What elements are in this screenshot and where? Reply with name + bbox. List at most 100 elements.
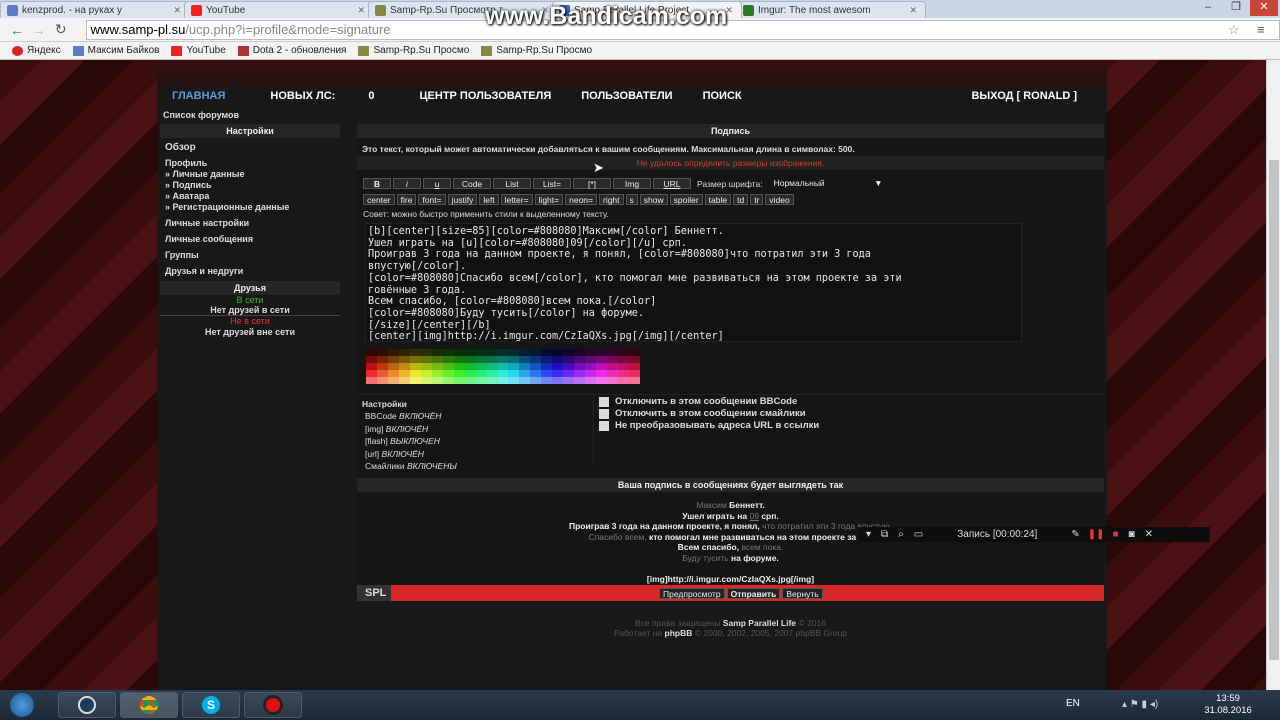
reset-button[interactable]: Вернуть [782,587,823,599]
palette-swatch[interactable] [563,356,575,363]
palette-swatch[interactable] [618,377,630,384]
bbcode-letter-button[interactable]: letter= [500,194,533,205]
palette-swatch[interactable] [431,349,443,356]
palette-swatch[interactable] [376,377,388,384]
close-tab-icon[interactable]: ✕ [909,5,917,16]
taskbar-steam[interactable] [58,692,116,718]
minimize-button[interactable]: ‒ [1194,0,1222,16]
palette-swatch[interactable] [420,356,432,363]
palette-swatch[interactable] [508,356,520,363]
palette-swatch[interactable] [475,377,487,384]
palette-swatch[interactable] [519,377,531,384]
bookmark[interactable]: Яндекс [12,45,61,56]
bbcode-fire-button[interactable]: fire [396,194,417,205]
palette-swatch[interactable] [453,363,465,370]
palette-swatch[interactable] [607,356,619,363]
bbcode-left-button[interactable]: left [479,194,499,205]
palette-swatch[interactable] [541,370,553,377]
palette-swatch[interactable] [387,363,399,370]
palette-swatch[interactable] [541,377,553,384]
palette-swatch[interactable] [519,349,531,356]
palette-swatch[interactable] [366,356,377,363]
browser-tab[interactable]: YouTube ✕ [184,1,374,18]
palette-swatch[interactable] [475,356,487,363]
region-icon[interactable]: ▭ [914,529,923,540]
chevron-down-icon[interactable]: ▾ [866,529,871,540]
bbcode-light-button[interactable]: light= [534,194,564,205]
palette-swatch[interactable] [475,349,487,356]
palette-swatch[interactable] [376,370,388,377]
bbcode-s-button[interactable]: s [625,194,638,205]
palette-swatch[interactable] [420,349,432,356]
palette-swatch[interactable] [519,370,531,377]
palette-swatch[interactable] [497,356,509,363]
sidebar-item-overview[interactable]: Обзор [160,142,340,153]
palette-swatch[interactable] [442,370,454,377]
bbcode-spoiler-button[interactable]: spoiler [669,194,703,205]
back-icon[interactable]: ← [6,22,28,38]
nav-new-pm[interactable]: НОВЫХ ЛС: 0 [255,90,389,102]
palette-swatch[interactable] [387,377,399,384]
palette-swatch[interactable] [519,363,531,370]
bbcode-video-button[interactable]: video [765,194,794,205]
palette-swatch[interactable] [629,363,640,370]
palette-swatch[interactable] [541,363,553,370]
sidebar-subitem[interactable]: » Регистрационные данные [160,202,340,213]
palette-swatch[interactable] [376,349,388,356]
palette-swatch[interactable] [464,377,476,384]
palette-swatch[interactable] [497,370,509,377]
bbcode-show-button[interactable]: show [639,194,668,205]
close-tab-icon[interactable]: ✕ [173,5,181,16]
palette-swatch[interactable] [431,370,443,377]
palette-swatch[interactable] [497,363,509,370]
palette-swatch[interactable] [607,349,619,356]
palette-swatch[interactable] [409,370,421,377]
palette-swatch[interactable] [530,356,542,363]
bbcode-font-button[interactable]: font= [418,194,446,205]
bbcode-justify-button[interactable]: justify [447,194,478,205]
code-button[interactable]: Code [453,178,491,189]
palette-swatch[interactable] [574,370,586,377]
palette-swatch[interactable] [475,363,487,370]
sidebar-item-groups[interactable]: Группы [160,250,340,261]
bbcode-td-button[interactable]: td [733,194,749,205]
browser-tab[interactable]: kenzprod. - на руках у ✕ [0,1,190,18]
browser-tab[interactable]: Imgur: The most awesom ✕ [736,1,926,18]
camera-icon[interactable]: ◙ [1129,529,1135,540]
palette-swatch[interactable] [618,356,630,363]
palette-swatch[interactable] [519,356,531,363]
bookmark[interactable]: Максим Байков [72,45,159,56]
palette-swatch[interactable] [618,370,630,377]
palette-swatch[interactable] [475,370,487,377]
palette-swatch[interactable] [398,356,410,363]
nav-logout[interactable]: ВЫХОД [ RONALD ] [971,90,1077,102]
bookmark[interactable]: Samp-Rp.Su Просмо [358,45,469,56]
tray-icons[interactable]: ▴ ⚑ ▮ ◂) [1122,699,1158,710]
palette-swatch[interactable] [585,377,597,384]
palette-swatch[interactable] [366,370,377,377]
palette-swatch[interactable] [398,363,410,370]
palette-swatch[interactable] [563,377,575,384]
bookmark[interactable]: Samp-Rp.Su Просмо [481,45,592,56]
bbcode-neon-button[interactable]: neon= [565,194,597,205]
menu-icon[interactable]: ≡ [1257,22,1265,37]
bbcode-center-button[interactable]: center [363,194,395,205]
bookmark[interactable]: YouTube [171,45,226,56]
sidebar-item-friends[interactable]: Друзья и недруги [160,266,340,277]
palette-swatch[interactable] [442,363,454,370]
palette-swatch[interactable] [420,363,432,370]
bold-button[interactable]: B [363,178,391,189]
start-button[interactable] [0,691,44,719]
palette-swatch[interactable] [366,377,377,384]
scrollbar-thumb[interactable] [1269,160,1279,660]
palette-swatch[interactable] [497,349,509,356]
submit-button[interactable]: Отправить [726,587,781,599]
palette-swatch[interactable] [530,377,542,384]
palette-swatch[interactable] [585,370,597,377]
palette-swatch[interactable] [563,370,575,377]
palette-swatch[interactable] [376,363,388,370]
palette-swatch[interactable] [629,370,640,377]
palette-swatch[interactable] [607,377,619,384]
sidebar-item-profile[interactable]: Профиль [160,158,340,169]
palette-swatch[interactable] [431,356,443,363]
